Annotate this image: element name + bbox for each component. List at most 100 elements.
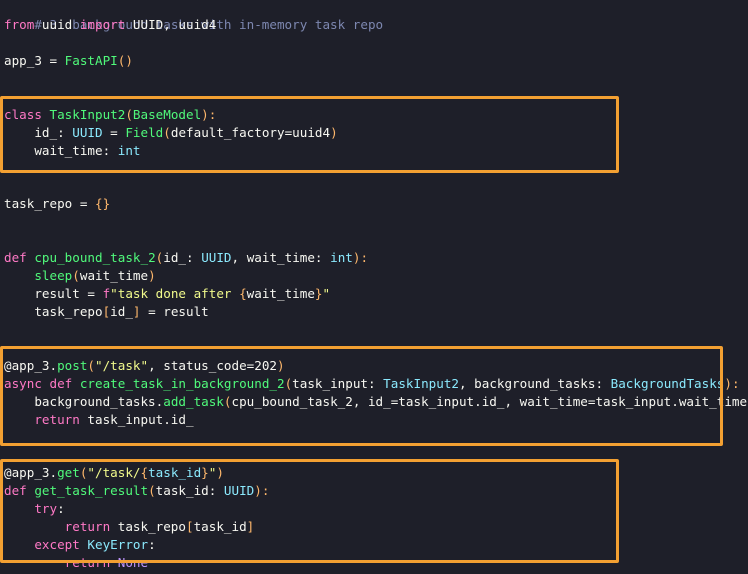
code-line-decorator-get: @app_3.get("/task/{task_id}") bbox=[4, 464, 224, 482]
object: background_tasks. bbox=[4, 394, 164, 409]
paren: ) bbox=[148, 268, 156, 283]
field-name: id_: bbox=[4, 125, 73, 140]
argument: wait_time bbox=[79, 268, 149, 283]
assignment: = result bbox=[140, 304, 209, 319]
paren: ): bbox=[201, 107, 217, 122]
string: " bbox=[322, 286, 331, 301]
param: , wait_time: bbox=[231, 250, 331, 265]
keyword: import bbox=[79, 17, 126, 32]
base-class: BaseModel bbox=[132, 107, 202, 122]
paren: ) bbox=[330, 125, 338, 140]
paren: ): bbox=[254, 483, 270, 498]
code-line-add-task: background_tasks.add_task(cpu_bound_task… bbox=[4, 393, 748, 411]
call-name: FastAPI bbox=[64, 53, 118, 68]
bracket: [ bbox=[185, 519, 194, 534]
code-line-return-none: return None bbox=[4, 554, 148, 572]
import-names: UUID, uuid4 bbox=[125, 17, 217, 32]
argument: task_id bbox=[193, 519, 247, 534]
keyword: except bbox=[4, 537, 88, 552]
paren: ( bbox=[148, 483, 156, 498]
paren: ): bbox=[352, 250, 369, 265]
argument: default_factory=uuid4 bbox=[170, 125, 331, 140]
code-line-sleep: sleep(wait_time) bbox=[4, 267, 156, 285]
brace: { bbox=[239, 286, 247, 301]
type-name: int bbox=[330, 250, 353, 265]
type-name: int bbox=[117, 143, 141, 158]
variable: task_repo bbox=[117, 519, 186, 534]
code-line-repo: task_repo = {} bbox=[4, 195, 110, 213]
number: 202 bbox=[254, 358, 277, 373]
keyword: def bbox=[4, 250, 35, 265]
call-name: sleep bbox=[34, 268, 73, 283]
paren: ( bbox=[125, 107, 133, 122]
assign-target: app_3 = bbox=[4, 53, 65, 68]
decorator: @app_3. bbox=[4, 358, 58, 373]
paren: ( bbox=[163, 125, 171, 140]
keyword: try bbox=[4, 501, 58, 516]
code-line-import: from uuid import UUID, uuid4 bbox=[4, 16, 216, 34]
argument: id_ bbox=[110, 304, 133, 319]
keyword: return bbox=[4, 412, 88, 427]
type-name: UUID bbox=[72, 125, 103, 140]
call-name: add_task bbox=[163, 394, 224, 409]
code-line-comment: # 3. background tasks with in-memory tas… bbox=[4, 0, 383, 32]
param: , background_tasks: bbox=[458, 376, 611, 391]
variable: wait_time bbox=[246, 286, 315, 301]
code-line-field-id: id_: UUID = Field(default_factory=uuid4) bbox=[4, 124, 338, 142]
field-name: wait_time: bbox=[4, 143, 118, 158]
code-line-result: result = f"task done after {wait_time}" bbox=[4, 285, 330, 303]
code-line-app: app_3 = FastAPI() bbox=[4, 52, 133, 70]
call-name: get bbox=[57, 465, 80, 480]
brace: { bbox=[140, 465, 149, 480]
code-line-def-create: async def create_task_in_background_2(ta… bbox=[4, 375, 740, 393]
paren: ( bbox=[87, 358, 96, 373]
code-line-return-id: return task_input.id_ bbox=[4, 411, 194, 429]
paren: () bbox=[117, 53, 133, 68]
brace: } bbox=[314, 286, 323, 301]
decorator: @app_3. bbox=[4, 465, 58, 480]
operator: = bbox=[102, 125, 126, 140]
colon: : bbox=[148, 537, 156, 552]
function-name: create_task_in_background_2 bbox=[79, 376, 285, 391]
code-line-def-get: def get_task_result(task_id: UUID): bbox=[4, 482, 269, 500]
keyword: class bbox=[4, 107, 50, 122]
module-name: uuid bbox=[34, 17, 80, 32]
code-line-decorator-post: @app_3.post("/task", status_code=202) bbox=[4, 357, 285, 375]
paren: ): bbox=[724, 376, 740, 391]
paren: ( bbox=[72, 268, 80, 283]
code-line-try: try: bbox=[4, 500, 65, 518]
code-line-except: except KeyError: bbox=[4, 536, 156, 554]
code-line-class-def: class TaskInput2(BaseModel): bbox=[4, 106, 216, 124]
type-name: BackgroundTasks bbox=[610, 376, 725, 391]
colon: : bbox=[57, 501, 65, 516]
argument: cpu_bound_task_2, id_=task_input.id_, wa… bbox=[231, 394, 748, 409]
type-name: UUID bbox=[223, 483, 255, 498]
string: "task done after bbox=[110, 286, 240, 301]
return-value: task_input.id_ bbox=[87, 412, 194, 427]
param: task_input: bbox=[292, 376, 384, 391]
function-name: cpu_bound_task_2 bbox=[34, 250, 156, 265]
assign-target: task_repo = bbox=[4, 196, 95, 211]
bracket: ] bbox=[132, 304, 141, 319]
paren: ) bbox=[216, 465, 224, 480]
braces: {} bbox=[95, 196, 111, 211]
code-line-def-cpu: def cpu_bound_task_2(id_: UUID, wait_tim… bbox=[4, 249, 368, 267]
code-line-field-wait: wait_time: int bbox=[4, 142, 140, 160]
class-name: TaskInput2 bbox=[49, 107, 126, 122]
code-editor[interactable]: # 3. background tasks with in-memory tas… bbox=[0, 0, 748, 574]
call-name: Field bbox=[125, 125, 164, 140]
paren: ) bbox=[277, 358, 285, 373]
function-name: get_task_result bbox=[34, 483, 149, 498]
bracket: ] bbox=[246, 519, 255, 534]
call-name: post bbox=[57, 358, 88, 373]
assign-target: result = bbox=[4, 286, 103, 301]
string: "/task/ bbox=[87, 465, 141, 480]
code-line-return-repo: return task_repo[task_id] bbox=[4, 518, 255, 536]
argument: , status_code= bbox=[148, 358, 255, 373]
keyword: from bbox=[4, 17, 35, 32]
code-line-assign: task_repo[id_] = result bbox=[4, 303, 209, 321]
keyword: def bbox=[4, 483, 35, 498]
variable: task_id bbox=[148, 465, 202, 480]
exception-name: KeyError bbox=[87, 537, 149, 552]
